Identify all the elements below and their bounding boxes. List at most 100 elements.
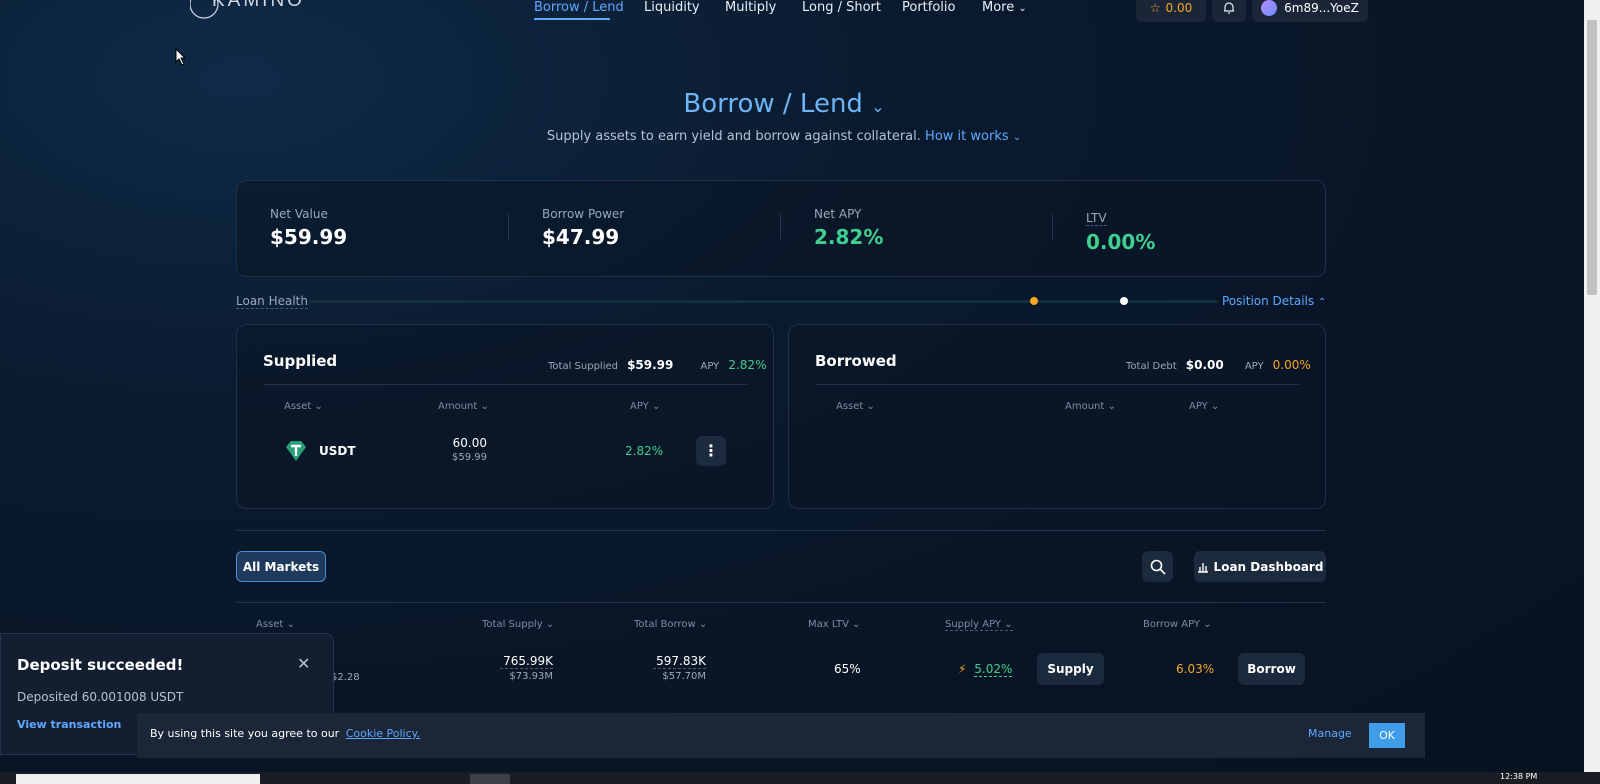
- supplied-divider: [263, 384, 747, 385]
- col-borrow-apy[interactable]: Borrow APY ⌄: [1143, 619, 1212, 630]
- stat-label: Net APY: [814, 207, 862, 221]
- kebab-menu-icon: ⋮: [703, 441, 719, 460]
- col-total-borrow[interactable]: Total Borrow ⌄: [634, 619, 707, 630]
- stat-value: $59.99: [270, 225, 348, 249]
- nav-multiply[interactable]: Multiply: [725, 0, 776, 15]
- borrowed-col-apy[interactable]: APY ⌄: [1189, 401, 1219, 412]
- stat-borrow-power: Borrow Power $47.99: [542, 207, 624, 249]
- supplied-amount-usd: $59.99: [452, 452, 487, 463]
- how-it-works-label: How it works: [925, 129, 1009, 144]
- market-total-supply: 765.99K $73.93M: [500, 654, 553, 682]
- manage-cookies-link[interactable]: Manage: [1308, 727, 1352, 740]
- chart-icon: [1197, 562, 1208, 573]
- taskbar-search-box[interactable]: [16, 774, 260, 784]
- supplied-col-asset[interactable]: Asset ⌄: [284, 401, 323, 412]
- stat-ltv: LTV 0.00%: [1086, 207, 1155, 254]
- page-subtitle: Supply assets to earn yield and borrow a…: [0, 129, 1568, 144]
- total-supplied-value: $59.99: [627, 358, 674, 372]
- supplied-col-apy[interactable]: APY ⌄: [630, 401, 660, 412]
- borrowed-col-asset[interactable]: Asset ⌄: [836, 401, 875, 412]
- supplied-asset-name: USDT: [319, 444, 356, 458]
- notifications-button[interactable]: [1212, 0, 1246, 22]
- total-debt-label: Total Debt: [1126, 361, 1177, 372]
- stat-divider: [508, 214, 509, 240]
- page-title[interactable]: Borrow / Lend ⌄: [0, 89, 1568, 119]
- borrowed-col-amount[interactable]: Amount ⌄: [1065, 401, 1116, 412]
- stat-divider: [780, 214, 781, 240]
- wallet-avatar: [1261, 0, 1278, 16]
- more-options-button[interactable]: ⋮: [696, 436, 726, 466]
- col-label: Asset: [284, 401, 312, 412]
- borrow-button[interactable]: Borrow: [1238, 653, 1305, 685]
- position-details-toggle[interactable]: Position Details ⌃: [1222, 294, 1326, 308]
- points-button[interactable]: ☆ 0.00: [1136, 0, 1206, 22]
- stat-net-apy: Net APY 2.82%: [814, 207, 883, 249]
- supply-button[interactable]: Supply: [1037, 653, 1104, 685]
- col-total-supply[interactable]: Total Supply ⌄: [482, 619, 554, 630]
- how-it-works-link[interactable]: How it works ⌄: [925, 129, 1021, 144]
- total-debt-value: $0.00: [1185, 358, 1224, 372]
- stat-value: 2.82%: [814, 225, 884, 249]
- col-label: Supply APY: [945, 619, 1002, 630]
- market-asset-sub: $2.28: [331, 672, 360, 683]
- close-icon[interactable]: ✕: [297, 654, 310, 673]
- all-markets-tab[interactable]: All Markets: [236, 551, 326, 582]
- stat-label: LTV: [1086, 211, 1107, 226]
- supplied-apy-value: 2.82%: [728, 358, 767, 372]
- kamino-logo[interactable]: KAMINO: [190, 0, 302, 24]
- cookie-ok-button[interactable]: OK: [1369, 723, 1405, 748]
- bell-icon: [1224, 2, 1234, 14]
- nav-more[interactable]: More ⌄: [982, 0, 1027, 15]
- col-label: Amount: [438, 401, 478, 412]
- loan-dashboard-button[interactable]: Loan Dashboard: [1194, 551, 1326, 582]
- borrowed-apy-value: 0.00%: [1272, 358, 1311, 372]
- stat-value: $47.99: [542, 225, 620, 249]
- supplied-col-amount[interactable]: Amount ⌄: [438, 401, 489, 412]
- col-max-ltv[interactable]: Max LTV ⌄: [808, 619, 861, 630]
- loan-health-indicator: [1120, 297, 1128, 305]
- cookie-text-wrap: By using this site you agree to our Cook…: [150, 727, 420, 740]
- os-taskbar: 12:38 PM: [0, 772, 1600, 784]
- nav-long-short[interactable]: Long / Short: [802, 0, 881, 15]
- usdt-token-icon: [284, 439, 308, 463]
- borrowed-summary: Total Debt $0.00 APY 0.00%: [1126, 354, 1311, 373]
- supplied-title: Supplied: [263, 352, 338, 370]
- supply-apy-value: 5.02%: [974, 662, 1013, 677]
- logo-text: KAMINO: [212, 0, 302, 11]
- loan-dashboard-label: Loan Dashboard: [1213, 559, 1324, 574]
- nav-more-label: More: [982, 0, 1015, 15]
- taskbar-active-app[interactable]: [470, 774, 510, 784]
- col-asset[interactable]: Asset ⌄: [256, 619, 295, 630]
- nav-portfolio[interactable]: Portfolio: [902, 0, 955, 15]
- page-title-text: Borrow / Lend: [683, 89, 863, 119]
- cookie-policy-link[interactable]: Cookie Policy.: [346, 727, 420, 740]
- wallet-address: 6m89...YoeZ: [1284, 1, 1359, 15]
- supplied-amount-value: 60.00: [452, 436, 487, 450]
- chevron-down-icon: ⌄: [1012, 132, 1022, 143]
- points-value: 0.00: [1165, 1, 1193, 15]
- search-button[interactable]: [1142, 551, 1173, 582]
- stats-card: [236, 180, 1326, 277]
- loan-health-track: [308, 300, 1218, 303]
- wallet-button[interactable]: 6m89...YoeZ: [1252, 0, 1368, 22]
- cookie-text: By using this site you agree to our: [150, 727, 340, 740]
- nav-active-underline: [534, 18, 610, 20]
- col-label: Borrow APY: [1143, 619, 1201, 630]
- stat-value: 0.00%: [1086, 230, 1156, 254]
- loan-health-label: Loan Health: [236, 294, 308, 309]
- scrollbar-thumb[interactable]: [1587, 20, 1597, 295]
- position-details-label: Position Details: [1222, 294, 1315, 308]
- chevron-down-icon: ⌄: [871, 97, 885, 116]
- total-borrow-usd: $57.70M: [662, 671, 706, 682]
- toast-message: Deposited 60.001008 USDT: [17, 690, 184, 704]
- stat-label: Borrow Power: [542, 207, 625, 221]
- total-supply-value: 765.99K: [500, 654, 553, 669]
- subtitle-text: Supply assets to earn yield and borrow a…: [546, 129, 921, 144]
- section-divider: [236, 530, 1326, 531]
- supplied-amount: 60.00 $59.99: [430, 436, 487, 463]
- market-borrow-apy: 6.03%: [1176, 662, 1215, 676]
- nav-borrow-lend[interactable]: Borrow / Lend: [534, 0, 624, 15]
- view-transaction-link[interactable]: View transaction: [17, 718, 121, 731]
- col-supply-apy[interactable]: Supply APY ⌄: [945, 619, 1013, 631]
- nav-liquidity[interactable]: Liquidity: [644, 0, 700, 15]
